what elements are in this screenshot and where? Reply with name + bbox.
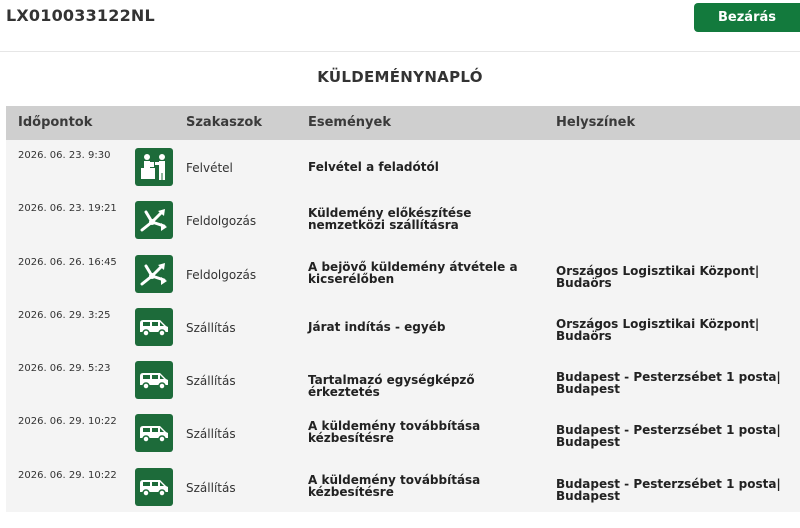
event-stage: Szállítás <box>186 481 236 495</box>
event-time: 2026. 06. 29. 3:25 <box>18 310 111 321</box>
event-stage: Feldolgozás <box>186 214 257 228</box>
event-description: A küldemény továbbítása kézbesítésre <box>308 419 481 445</box>
event-description: A küldemény továbbítása kézbesítésre <box>308 473 481 499</box>
table-row: 2026. 06. 23. 19:21 Feldolgozás Küldemény … <box>6 195 800 247</box>
column-header-time: Időpontok <box>18 115 93 130</box>
column-header-location: Helyszínek <box>556 115 636 130</box>
event-time: 2026. 06. 29. 5:23 <box>18 363 111 374</box>
event-time: 2026. 06. 23. 9:30 <box>18 150 111 161</box>
event-time: 2026. 06. 23. 19:21 <box>18 203 117 214</box>
event-time: 2026. 06. 26. 16:45 <box>18 257 117 268</box>
table-row: 2026. 06. 29. 3:25 Szállítás Járat indítás… <box>6 302 800 354</box>
van-icon <box>135 468 173 506</box>
header: LX010033122NL Bezárás <box>0 0 800 52</box>
table-row: 2026. 06. 29. 10:22 Szállítás A küldemény … <box>6 408 800 460</box>
event-stage: Felvétel <box>186 161 233 175</box>
sorting-icon <box>135 201 173 239</box>
event-description: Felvétel a feladótól <box>308 160 439 174</box>
event-description: Küldemény előkészítése nemzetközi szállí… <box>308 206 472 232</box>
van-icon <box>135 414 173 452</box>
event-location: Budapest - Pesterzsébet 1 posta| Budapes… <box>556 477 781 503</box>
event-description: Tartalmazó egységképző érkeztetés <box>308 373 475 399</box>
event-stage: Szállítás <box>186 321 236 335</box>
event-time: 2026. 06. 29. 10:22 <box>18 416 117 427</box>
handover-icon <box>135 148 173 186</box>
event-location: Budapest - Pesterzsébet 1 posta| Budapes… <box>556 370 781 396</box>
event-location: Országos Logisztikai Központ| Budaörs <box>556 264 760 290</box>
column-header-stage: Szakaszok <box>186 115 263 130</box>
table-header: Időpontok Szakaszok Események Helyszínek <box>6 106 800 140</box>
table-row: 2026. 06. 29. 5:23 Szállítás Tartalmazó eg… <box>6 355 800 407</box>
event-stage: Szállítás <box>186 427 236 441</box>
event-location: Budapest - Pesterzsébet 1 posta| Budapes… <box>556 423 781 449</box>
close-button[interactable]: Bezárás <box>694 3 800 32</box>
tracking-id: LX010033122NL <box>6 6 155 25</box>
event-description: Járat indítás - egyéb <box>308 320 446 334</box>
page-title: KÜLDEMÉNYNAPLÓ <box>317 68 483 86</box>
table-row: 2026. 06. 26. 16:45 Feldolgozás A bejövő k… <box>6 249 800 301</box>
van-icon <box>135 308 173 346</box>
event-description: A bejövő küldemény átvétele a kicserélőb… <box>308 260 518 286</box>
table-row: 2026. 06. 23. 9:30 Felvétel Felvétel a fel… <box>6 142 800 194</box>
event-stage: Feldolgozás <box>186 268 257 282</box>
table-row: 2026. 06. 29. 10:22 Szállítás A küldemény … <box>6 462 800 514</box>
sorting-icon <box>135 255 173 293</box>
event-log-table: Időpontok Szakaszok Események Helyszínek… <box>6 106 800 512</box>
event-location: Országos Logisztikai Központ| Budaörs <box>556 317 760 343</box>
event-time: 2026. 06. 29. 10:22 <box>18 470 117 481</box>
event-stage: Szállítás <box>186 374 236 388</box>
column-header-event: Események <box>308 115 391 130</box>
van-icon <box>135 361 173 399</box>
